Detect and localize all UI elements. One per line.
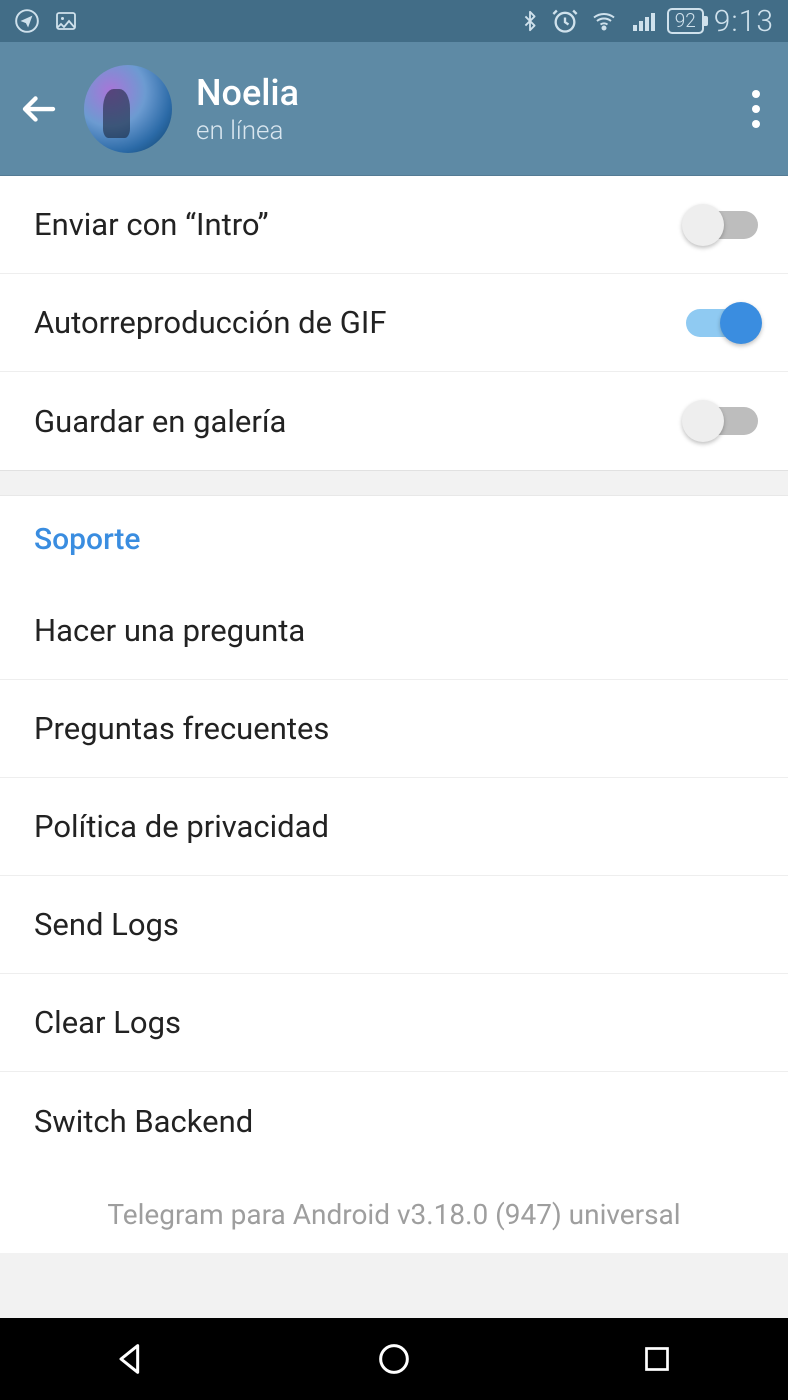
support-item-send-logs[interactable]: Send Logs [0, 876, 788, 974]
status-left-group [14, 8, 78, 34]
status-bar: 92 9:13 [0, 0, 788, 42]
setting-label: Guardar en galería [34, 403, 286, 440]
setting-label: Autorreproducción de GIF [34, 304, 386, 341]
item-label: Hacer una pregunta [34, 612, 305, 649]
header-title-group: Noelia en línea [196, 72, 718, 146]
section-title: Soporte [0, 496, 788, 582]
setting-send-with-enter[interactable]: Enviar con “Intro” [0, 176, 788, 274]
item-label: Switch Backend [34, 1103, 253, 1140]
telegram-icon [14, 8, 40, 34]
contact-status: en línea [196, 116, 718, 146]
support-item-faq[interactable]: Preguntas frecuentes [0, 680, 788, 778]
toggle-switch[interactable] [686, 211, 758, 239]
contact-name: Noelia [196, 72, 718, 114]
item-label: Política de privacidad [34, 808, 329, 845]
settings-toggle-section: Enviar con “Intro” Autorreproducción de … [0, 176, 788, 470]
item-label: Send Logs [34, 906, 179, 943]
avatar[interactable] [84, 65, 172, 153]
section-divider [0, 470, 788, 496]
toggle-switch[interactable] [686, 407, 758, 435]
bluetooth-icon [519, 7, 541, 35]
support-section: Soporte Hacer una pregunta Preguntas fre… [0, 496, 788, 1170]
support-item-clear-logs[interactable]: Clear Logs [0, 974, 788, 1072]
more-menu-button[interactable] [742, 80, 770, 138]
support-item-ask-question[interactable]: Hacer una pregunta [0, 582, 788, 680]
signal-icon [629, 9, 657, 33]
support-item-switch-backend[interactable]: Switch Backend [0, 1072, 788, 1170]
battery-level: 92 [675, 10, 696, 32]
toggle-switch[interactable] [686, 309, 758, 337]
item-label: Clear Logs [34, 1004, 181, 1041]
battery-indicator: 92 [667, 8, 704, 34]
nav-recent-button[interactable] [607, 1329, 707, 1389]
alarm-icon [551, 7, 579, 35]
setting-label: Enviar con “Intro” [34, 206, 269, 243]
setting-save-to-gallery[interactable]: Guardar en galería [0, 372, 788, 470]
support-item-privacy[interactable]: Política de privacidad [0, 778, 788, 876]
version-text: Telegram para Android v3.18.0 (947) univ… [107, 1198, 680, 1231]
image-icon [54, 9, 78, 33]
back-button[interactable] [18, 88, 60, 130]
clock: 9:13 [714, 4, 774, 39]
section-title-label: Soporte [34, 522, 140, 557]
android-nav-bar [0, 1318, 788, 1400]
nav-home-button[interactable] [344, 1329, 444, 1389]
nav-back-button[interactable] [81, 1329, 181, 1389]
wifi-icon [589, 9, 619, 33]
item-label: Preguntas frecuentes [34, 710, 329, 747]
status-right-group: 92 9:13 [519, 4, 774, 39]
app-header: Noelia en línea [0, 42, 788, 176]
app-version: Telegram para Android v3.18.0 (947) univ… [0, 1170, 788, 1253]
setting-gif-autoplay[interactable]: Autorreproducción de GIF [0, 274, 788, 372]
